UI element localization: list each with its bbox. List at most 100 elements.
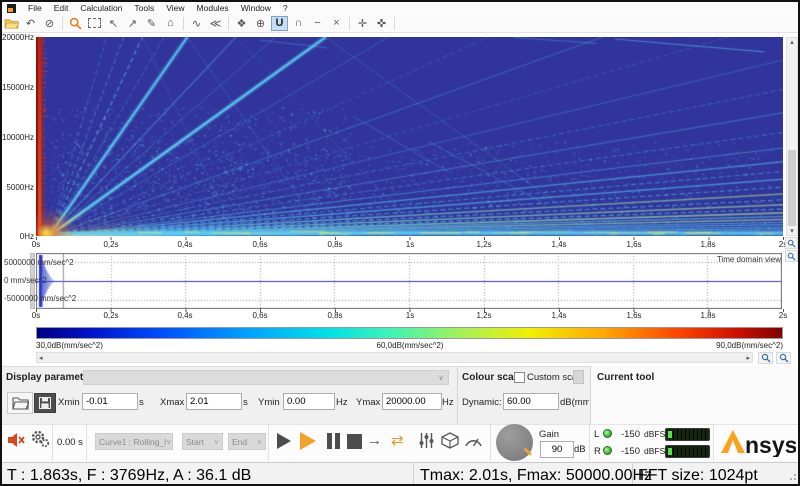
x-tick: 0,8s xyxy=(327,311,343,320)
x-tick: 1,2s xyxy=(476,311,492,320)
panel-divider xyxy=(457,366,458,424)
xmax-input[interactable] xyxy=(186,393,242,410)
menu-window[interactable]: Window xyxy=(235,3,277,13)
filters-button[interactable] xyxy=(419,432,434,454)
ymax-label: Ymax xyxy=(356,397,381,408)
ymax-input[interactable] xyxy=(382,393,442,410)
load-display-button[interactable] xyxy=(7,392,33,414)
subtract-icon[interactable]: − xyxy=(309,16,326,31)
pause-button[interactable] xyxy=(335,433,340,449)
ansys-logo: nsys xyxy=(718,427,797,462)
mute-button[interactable] xyxy=(8,432,27,453)
colour-scale-mini-button[interactable] xyxy=(573,370,584,384)
time-domain-plot[interactable] xyxy=(36,253,782,309)
magnifier-icon xyxy=(787,252,796,261)
spatial-button[interactable] xyxy=(441,432,459,454)
time-y-tick: 5000000 mm/sec^2 xyxy=(4,258,74,267)
open-file-icon[interactable] xyxy=(3,16,20,31)
menu-help[interactable]: ? xyxy=(277,3,294,13)
menu-edit[interactable]: Edit xyxy=(48,3,75,13)
circle-select-icon[interactable]: ⊕ xyxy=(252,16,269,31)
level-meter-button[interactable] xyxy=(464,434,483,452)
curve-select[interactable]: Curve1 : Rolling_l ∨ xyxy=(95,433,173,450)
stop-button[interactable] xyxy=(347,434,362,449)
player-divider xyxy=(490,424,491,461)
start-select-value: Start xyxy=(186,436,204,447)
horizontal-scrollbar[interactable]: ◂ ▸ xyxy=(36,352,753,363)
rect-select-icon[interactable] xyxy=(86,16,103,31)
left-channel-led xyxy=(603,429,612,438)
dynamic-input[interactable] xyxy=(503,393,559,410)
ansys-logo-mark xyxy=(721,430,745,453)
undo-icon[interactable]: ↶ xyxy=(22,16,39,31)
scroll-up-icon[interactable]: ▴ xyxy=(787,38,797,46)
magnifier-icon xyxy=(779,353,788,363)
signal-tool-icon[interactable]: ∿ xyxy=(188,16,205,31)
gain-knob[interactable] xyxy=(496,424,533,461)
scroll-down-icon[interactable]: ▾ xyxy=(787,227,797,235)
forward-icon[interactable]: → xyxy=(367,432,382,449)
ansys-sound-window: File Edit Calculation Tools View Modules… xyxy=(0,0,800,486)
spectro-y-tick: 15000Hz xyxy=(2,83,35,92)
union-icon[interactable]: U xyxy=(271,15,288,31)
move-icon[interactable]: ✛ xyxy=(354,16,371,31)
spectro-vertical-scrollbar[interactable]: ▴ ▾ xyxy=(786,37,798,236)
spectrogram-plot[interactable] xyxy=(36,37,783,236)
free-shape-icon[interactable]: ❖ xyxy=(233,16,250,31)
dynamic-unit: dB(mm/s xyxy=(560,397,589,408)
kick-tool-icon[interactable]: ≪ xyxy=(207,16,224,31)
menu-tools[interactable]: Tools xyxy=(128,3,160,13)
deselect-icon[interactable]: ⊘ xyxy=(41,16,58,31)
cube-icon xyxy=(441,432,459,449)
ymin-unit: Hz xyxy=(336,397,348,408)
start-select[interactable]: Start ∨ xyxy=(182,433,223,450)
display-preset-dropdown[interactable]: ∨ xyxy=(83,370,449,385)
gain-input[interactable] xyxy=(540,441,574,458)
menu-modules[interactable]: Modules xyxy=(191,3,235,13)
cursor-add-icon[interactable]: ↗ xyxy=(124,16,141,31)
scroll-right-icon[interactable]: ▸ xyxy=(744,354,752,362)
zoom-out-button[interactable] xyxy=(785,250,798,262)
pause-button[interactable] xyxy=(327,433,332,449)
x-tick: 0,8s xyxy=(327,240,343,249)
scrollbar-thumb[interactable] xyxy=(788,150,796,226)
move-all-icon[interactable]: ✜ xyxy=(373,16,390,31)
scroll-left-icon[interactable]: ◂ xyxy=(37,354,45,362)
end-select-value: End xyxy=(232,436,248,447)
resize-grip[interactable] xyxy=(788,474,796,482)
exclude-icon[interactable]: × xyxy=(328,16,345,31)
edit-tool-icon[interactable]: ✎ xyxy=(143,16,160,31)
toolbar-separator xyxy=(228,16,229,30)
right-level-meter xyxy=(665,445,710,458)
zoom-in-button[interactable] xyxy=(785,237,798,249)
left-level-meter xyxy=(665,428,710,441)
gears-icon xyxy=(31,430,50,448)
time-y-tick: -5000000 mm/sec^2 xyxy=(4,294,77,303)
zoom-out-time-button[interactable] xyxy=(776,352,791,364)
zoom-tool-icon[interactable] xyxy=(67,16,84,31)
dynamic-label: Dynamic: xyxy=(462,397,502,408)
loop-icon[interactable]: ⇄ xyxy=(391,431,404,449)
menu-view[interactable]: View xyxy=(160,3,190,13)
menu-calculation[interactable]: Calculation xyxy=(74,3,128,13)
ymin-input[interactable] xyxy=(283,393,335,410)
ymax-unit: Hz xyxy=(442,397,454,408)
audio-settings-button[interactable] xyxy=(30,429,50,454)
time-domain-view-label: Time domain view xyxy=(716,255,781,264)
menu-file[interactable]: File xyxy=(22,3,48,13)
play-button[interactable] xyxy=(277,433,291,449)
zoom-in-time-button[interactable] xyxy=(758,352,773,364)
play-selection-button[interactable] xyxy=(300,432,316,450)
save-icon xyxy=(39,397,51,409)
left-level-unit: dBFS xyxy=(644,429,666,439)
custom-scale-checkbox[interactable] xyxy=(514,372,525,383)
save-display-button[interactable] xyxy=(34,393,56,413)
intersect-icon[interactable]: ∩ xyxy=(290,16,307,31)
vehicle-tool-icon[interactable]: ⌂ xyxy=(162,16,179,31)
cursor-icon[interactable]: ↖ xyxy=(105,16,122,31)
current-tool-title: Current tool xyxy=(597,372,655,383)
end-select[interactable]: End ∨ xyxy=(228,433,266,450)
toolbar-separator xyxy=(62,16,63,30)
xmin-input[interactable] xyxy=(82,393,138,410)
ansys-logo-text: nsys xyxy=(745,432,796,457)
